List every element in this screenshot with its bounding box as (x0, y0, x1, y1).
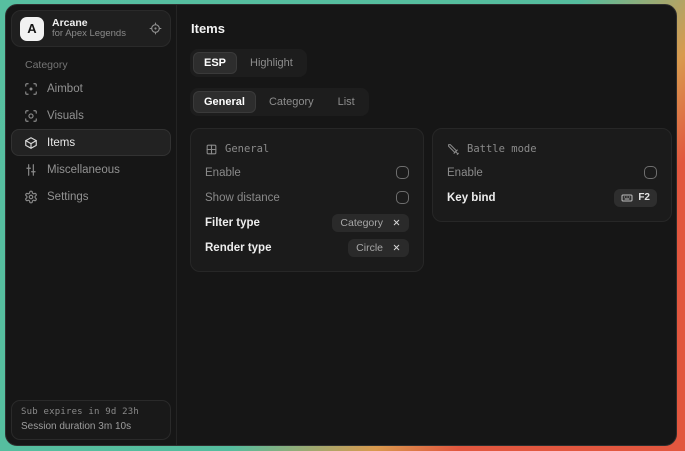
sub-expires-text: Sub expires in 9d 23h (21, 406, 161, 419)
mode-tab-group: ESP Highlight (190, 49, 307, 77)
setting-label: Enable (205, 167, 241, 179)
app-logo: A (20, 17, 44, 41)
main-content: Items ESP Highlight General Category Lis… (177, 5, 677, 445)
eye-icon (24, 109, 38, 123)
setting-row-filter-type: Filter type Category (205, 210, 409, 235)
setting-row-render-type: Render type Circle (205, 235, 409, 260)
clear-icon[interactable] (392, 218, 401, 227)
setting-label: Filter type (205, 217, 260, 229)
show-distance-checkbox[interactable] (396, 191, 409, 204)
category-section-label: Category (25, 59, 171, 71)
enable-checkbox[interactable] (396, 166, 409, 179)
sidebar-item-label: Items (47, 137, 75, 149)
sword-icon (447, 143, 460, 156)
sidebar: A Arcane for Apex Legends Category (6, 5, 177, 445)
keybind-value: F2 (638, 192, 650, 203)
subscription-info: Sub expires in 9d 23h Session duration 3… (11, 400, 171, 440)
setting-row-show-distance: Show distance (205, 185, 409, 210)
setting-row-enable: Enable (447, 160, 657, 185)
setting-row-key-bind: Key bind F2 (447, 185, 657, 210)
brand-card: A Arcane for Apex Legends (11, 10, 171, 47)
sidebar-item-aimbot[interactable]: Aimbot (11, 75, 171, 102)
keybind-button[interactable]: F2 (614, 189, 657, 207)
tab-highlight[interactable]: Highlight (239, 52, 304, 74)
battle-enable-checkbox[interactable] (644, 166, 657, 179)
selected-value: Circle (356, 242, 383, 254)
keyboard-icon (621, 192, 633, 204)
panel-title: General (225, 143, 269, 155)
panels-row: General Enable Show distance Filter type… (190, 128, 672, 272)
selected-value: Category (340, 217, 383, 229)
grid-icon (205, 143, 218, 156)
tab-general[interactable]: General (193, 91, 256, 113)
gear-icon (24, 190, 38, 204)
sub-tab-group: General Category List (190, 88, 369, 116)
session-duration-text: Session duration 3m 10s (21, 420, 161, 435)
render-type-select[interactable]: Circle (348, 239, 409, 257)
setting-label: Enable (447, 167, 483, 179)
tab-list[interactable]: List (327, 91, 366, 113)
crosshair-icon[interactable] (149, 22, 162, 35)
tab-esp[interactable]: ESP (193, 52, 237, 74)
general-panel: General Enable Show distance Filter type… (190, 128, 424, 272)
viewfinder-icon (24, 82, 38, 96)
sidebar-item-label: Aimbot (47, 83, 83, 95)
setting-label: Show distance (205, 192, 280, 204)
sidebar-nav: Aimbot Visuals Items (11, 75, 171, 210)
sidebar-item-settings[interactable]: Settings (11, 183, 171, 210)
setting-label: Render type (205, 242, 271, 254)
clear-icon[interactable] (392, 243, 401, 252)
sidebar-item-label: Settings (47, 191, 89, 203)
app-window: A Arcane for Apex Legends Category (5, 4, 677, 446)
page-title: Items (191, 21, 672, 36)
setting-label: Key bind (447, 192, 496, 204)
sliders-icon (24, 163, 38, 177)
package-icon (24, 136, 38, 150)
battle-mode-panel: Battle mode Enable Key bind (432, 128, 672, 222)
sidebar-item-visuals[interactable]: Visuals (11, 102, 171, 129)
filter-type-select[interactable]: Category (332, 214, 409, 232)
panel-title: Battle mode (467, 143, 537, 155)
sidebar-item-miscellaneous[interactable]: Miscellaneous (11, 156, 171, 183)
sidebar-item-items[interactable]: Items (11, 129, 171, 156)
app-subtitle: for Apex Legends (52, 29, 141, 40)
sidebar-item-label: Miscellaneous (47, 164, 120, 176)
sidebar-item-label: Visuals (47, 110, 84, 122)
setting-row-enable: Enable (205, 160, 409, 185)
tab-category[interactable]: Category (258, 91, 325, 113)
